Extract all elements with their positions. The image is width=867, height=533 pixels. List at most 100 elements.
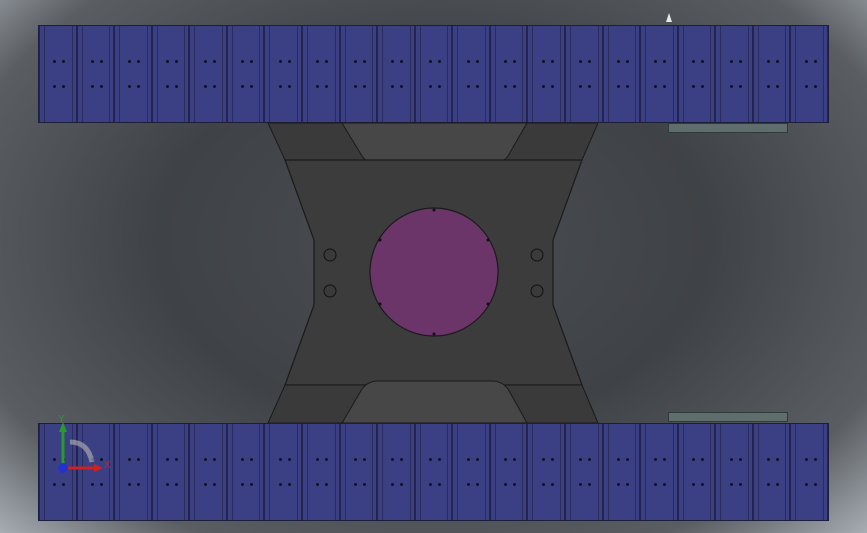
axis-triad-icon: Y X (58, 414, 111, 473)
track-bottom[interactable] (38, 423, 829, 521)
link-bolt (90, 482, 94, 486)
link-bolt (128, 482, 132, 486)
track-link[interactable] (602, 424, 641, 520)
link-bolt (325, 457, 329, 461)
disc-bolt (378, 302, 382, 306)
side-rail-bottom[interactable] (668, 412, 788, 422)
link-bolt (504, 457, 508, 461)
link-bolt (241, 457, 245, 461)
link-bolt (541, 482, 545, 486)
y-axis-label: Y (58, 414, 65, 425)
link-groove (682, 424, 684, 520)
link-bolt (776, 482, 780, 486)
link-bolt (287, 482, 291, 486)
track-link[interactable] (226, 424, 265, 520)
link-bolt (241, 482, 245, 486)
link-groove (119, 424, 121, 520)
link-groove (296, 424, 298, 520)
link-groove (532, 424, 534, 520)
link-bolt (362, 482, 366, 486)
disc-bolt (486, 302, 490, 306)
link-bolt (767, 457, 771, 461)
link-groove (44, 424, 45, 520)
link-bolt (729, 482, 733, 486)
track-link[interactable] (302, 424, 340, 520)
track-link[interactable] (339, 424, 378, 520)
link-bolt (437, 482, 441, 486)
mount-hole[interactable] (323, 248, 337, 262)
link-bolt (278, 457, 282, 461)
link-groove (409, 424, 411, 520)
slewing-disc[interactable] (369, 207, 499, 337)
link-bolt (362, 457, 366, 461)
track-link[interactable] (189, 424, 227, 520)
link-groove (672, 424, 674, 520)
link-bolt (513, 482, 517, 486)
track-link[interactable] (677, 424, 716, 520)
link-bolt (250, 482, 254, 486)
x-axis-label: X (104, 460, 111, 471)
link-bolt (588, 457, 592, 461)
mount-hole[interactable] (530, 284, 544, 298)
link-bolt (625, 482, 629, 486)
link-bolt (550, 482, 554, 486)
track-link[interactable] (752, 424, 791, 520)
track-link[interactable] (114, 424, 152, 520)
link-bolt (99, 482, 103, 486)
link-bolt (428, 482, 432, 486)
link-groove (795, 424, 797, 520)
link-groove (382, 424, 384, 520)
link-groove (607, 424, 609, 520)
link-bolt (250, 457, 254, 461)
link-bolt (174, 482, 178, 486)
track-link[interactable] (640, 424, 678, 520)
track-link[interactable] (414, 424, 453, 520)
link-groove (747, 424, 749, 520)
link-bolt (62, 482, 66, 486)
link-bolt (700, 482, 704, 486)
link-groove (570, 424, 571, 520)
mount-hole[interactable] (323, 284, 337, 298)
link-groove (484, 424, 486, 520)
link-bolt (625, 457, 629, 461)
link-bolt (729, 457, 733, 461)
track-link[interactable] (790, 424, 828, 520)
cad-viewport[interactable]: Y X (0, 0, 867, 533)
link-groove (419, 424, 421, 520)
link-groove (522, 424, 524, 520)
link-bolt (391, 457, 395, 461)
track-link[interactable] (715, 424, 753, 520)
track-link[interactable] (452, 424, 490, 520)
link-groove (822, 424, 824, 520)
link-groove (372, 424, 374, 520)
link-groove (334, 424, 336, 520)
disc-bolt (432, 332, 436, 336)
link-bolt (400, 482, 404, 486)
track-link[interactable] (489, 424, 528, 520)
track-link[interactable] (151, 424, 190, 520)
triad-origin (58, 463, 68, 473)
link-bolt (813, 482, 817, 486)
link-bolt (353, 457, 357, 461)
link-groove (307, 424, 308, 520)
rotation-arc (69, 439, 95, 463)
bottom-notch (341, 380, 528, 424)
link-groove (785, 424, 787, 520)
track-link[interactable] (264, 424, 302, 520)
link-bolt (353, 482, 357, 486)
track-link[interactable] (377, 424, 415, 520)
link-bolt (654, 457, 658, 461)
link-bolt (579, 457, 583, 461)
mount-hole[interactable] (530, 248, 544, 262)
link-bolt (316, 457, 320, 461)
x-axis-arrow (94, 464, 103, 472)
link-bolt (466, 457, 470, 461)
link-bolt (428, 457, 432, 461)
link-groove (184, 424, 186, 520)
link-groove (231, 424, 233, 520)
track-link[interactable] (565, 424, 603, 520)
track-link[interactable] (527, 424, 565, 520)
link-groove (757, 424, 759, 520)
link-bolt (579, 482, 583, 486)
link-groove (194, 424, 196, 520)
